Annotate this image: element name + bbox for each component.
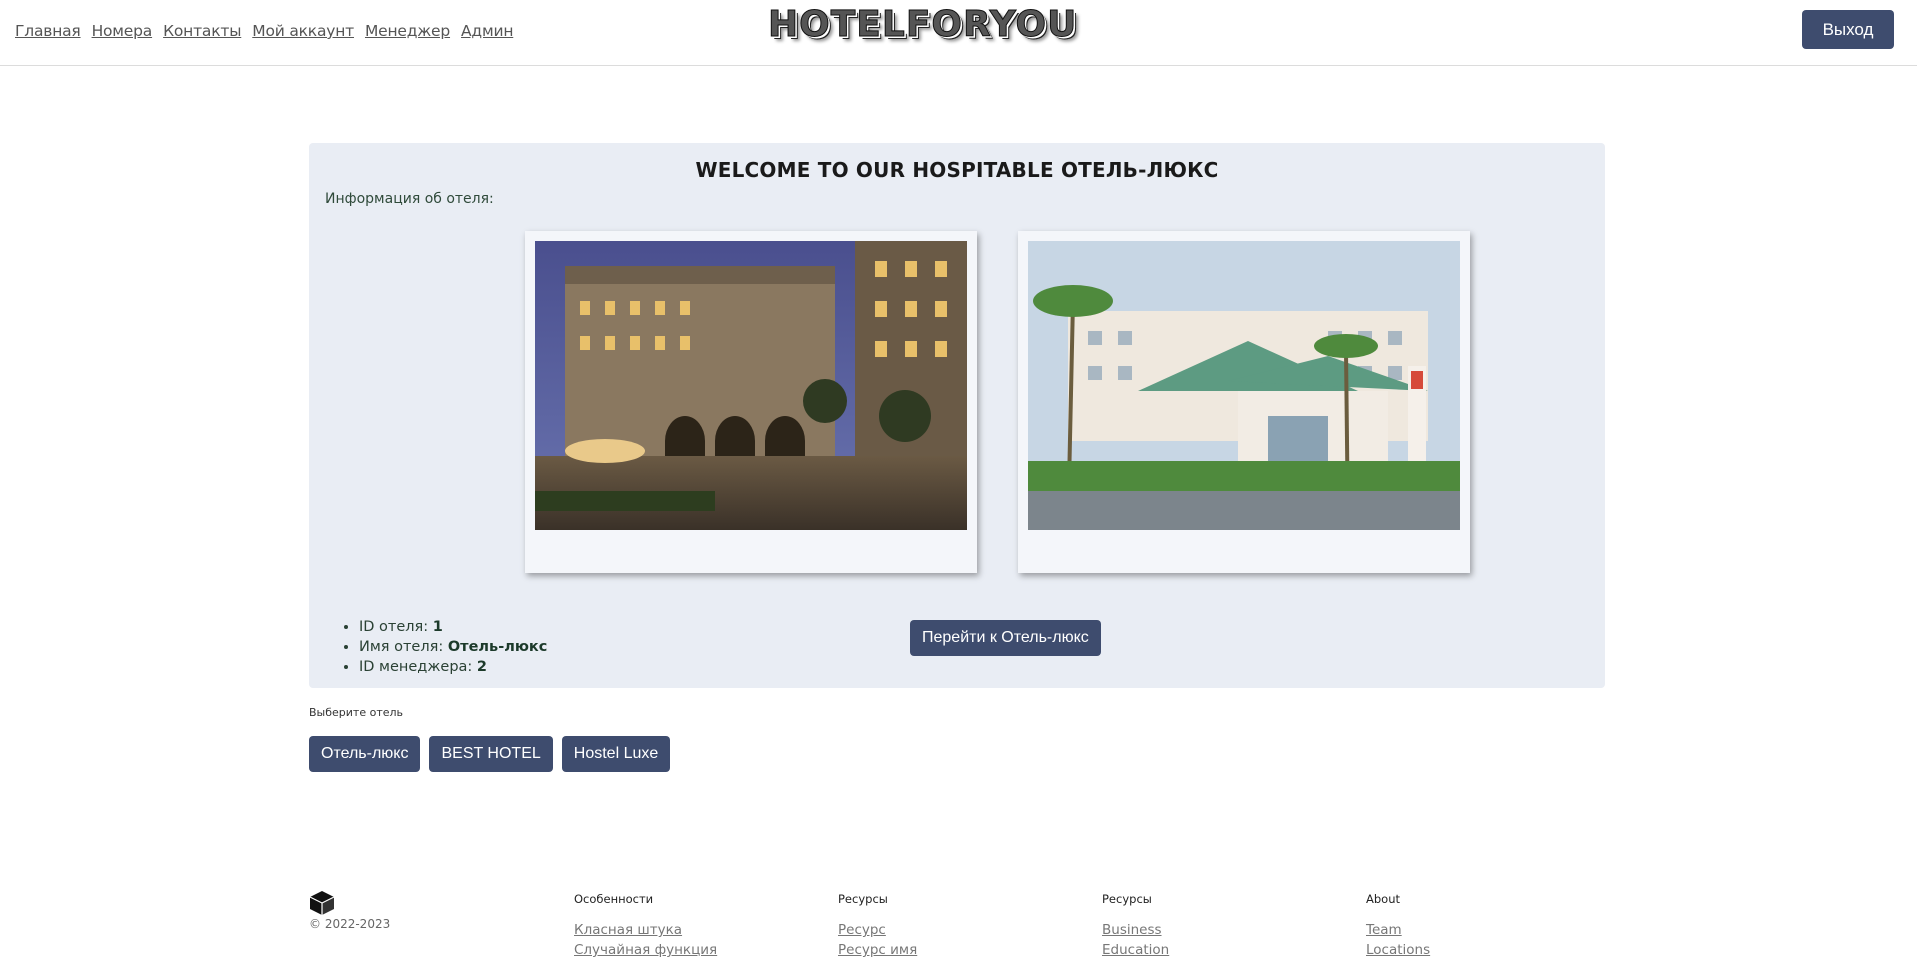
hotel-button-best[interactable]: BEST HOTEL: [429, 736, 553, 772]
footer-column-features: Особенности Класная штука Случайная функ…: [574, 892, 717, 960]
page-title: WELCOME TO OUR HOSPITABLE ОТЕЛЬ-ЛЮКС: [695, 158, 1219, 182]
hotel-id-value: 1: [432, 619, 443, 635]
hotel-facts-list: ID отеля: 1 Имя отеля: Отель-люкс ID мен…: [341, 617, 547, 677]
hotel-selector: Отель-люкс BEST HOTEL Hostel Luxe: [309, 736, 671, 772]
nav-admin-link[interactable]: Админ: [461, 22, 513, 40]
hotel-button-hostel[interactable]: Hostel Luxe: [561, 736, 671, 772]
top-header: Главная Номера Контакты Мой аккаунт Мене…: [0, 0, 1917, 66]
footer-link[interactable]: Ресурс имя: [838, 940, 917, 960]
hotel-photo-night: [535, 241, 967, 530]
footer-column-resources-2: Ресурсы Business Education: [1102, 892, 1169, 960]
hotel-id-item: ID отеля: 1: [359, 617, 547, 637]
footer-column-title: Ресурсы: [1102, 892, 1152, 906]
footer-column-title: Ресурсы: [838, 892, 888, 906]
footer-link[interactable]: Класная штука: [574, 920, 717, 940]
hotel-info-label: Информация об отеля:: [325, 191, 494, 207]
main-nav: Главная Номера Контакты Мой аккаунт Мене…: [15, 22, 524, 40]
hotel-name-value: Отель-люкс: [447, 639, 548, 655]
footer-column-about: About Team Locations: [1366, 892, 1430, 960]
hotel-button-lux[interactable]: Отель-люкс: [309, 736, 421, 772]
footer-link[interactable]: Locations: [1366, 940, 1430, 960]
footer-column-resources: Ресурсы Ресурс Ресурс имя: [838, 892, 917, 960]
hotel-name-item: Имя отеля: Отель-люкс: [359, 637, 547, 657]
site-logo[interactable]: HOTELFORYOU: [767, 4, 1077, 46]
footer-link[interactable]: Team: [1366, 920, 1430, 940]
footer-link[interactable]: Случайная функция: [574, 940, 717, 960]
footer-link[interactable]: Business: [1102, 920, 1169, 940]
manager-id-value: 2: [476, 659, 487, 675]
copyright-text: © 2022-2023: [309, 917, 391, 931]
footer-column-title: About: [1366, 892, 1401, 906]
footer-column-title: Особенности: [574, 892, 654, 906]
footer-link[interactable]: Education: [1102, 940, 1169, 960]
logout-button[interactable]: Выход: [1802, 10, 1894, 49]
go-to-hotel-button[interactable]: Перейти к Отель-люкс: [910, 620, 1101, 656]
select-hotel-label: Выберите отель: [309, 706, 404, 719]
nav-contacts-link[interactable]: Контакты: [163, 22, 241, 40]
nav-rooms-link[interactable]: Номера: [92, 22, 153, 40]
nav-manager-link[interactable]: Менеджер: [365, 22, 450, 40]
nav-home-link[interactable]: Главная: [15, 22, 81, 40]
footer-link[interactable]: Ресурс: [838, 920, 917, 940]
manager-id-item: ID менеджера: 2: [359, 657, 547, 677]
hotel-info-panel: WELCOME TO OUR HOSPITABLE ОТЕЛЬ-ЛЮКС Инф…: [309, 143, 1605, 688]
hotel-photo-card: [1018, 231, 1470, 573]
hotel-photo-day: [1028, 241, 1460, 530]
nav-account-link[interactable]: Мой аккаунт: [252, 22, 354, 40]
hotel-photo-card: [525, 231, 977, 573]
